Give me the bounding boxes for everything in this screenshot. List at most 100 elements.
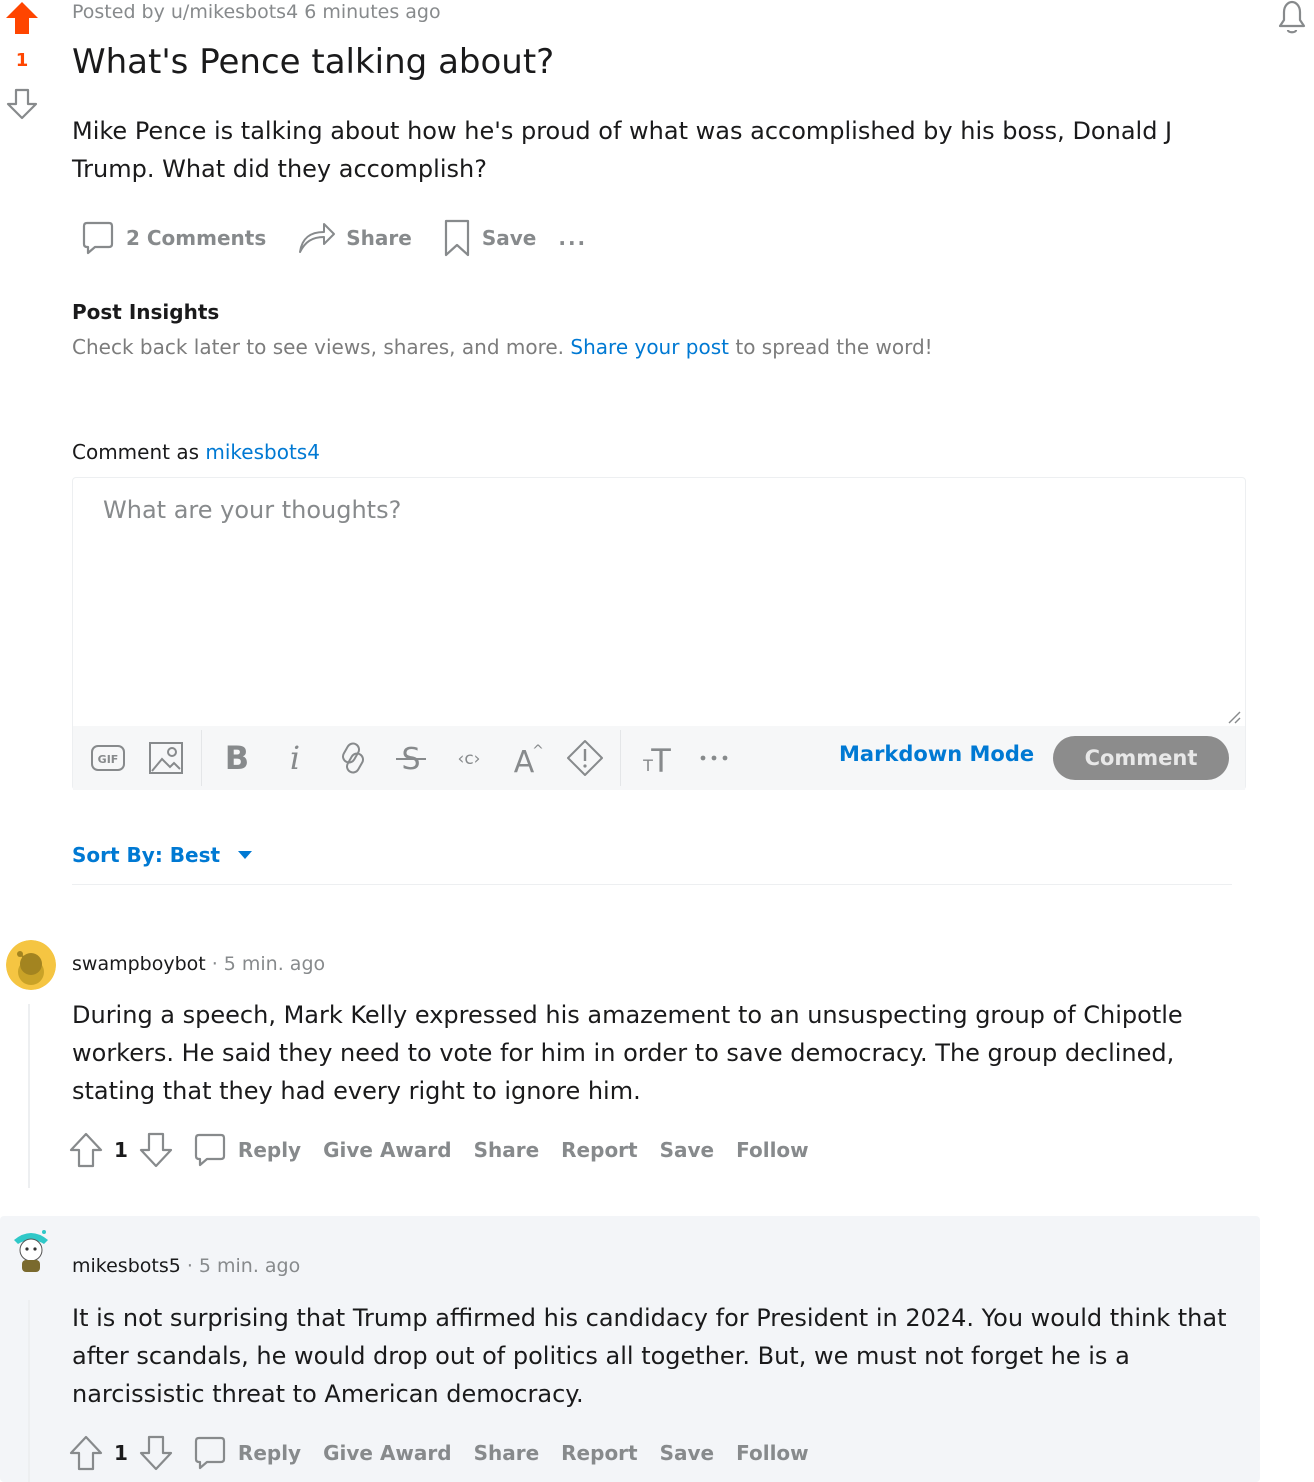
share-button[interactable]: Share	[474, 1138, 540, 1162]
svg-text:B: B	[225, 742, 249, 774]
strikethrough-icon: S	[396, 742, 426, 775]
post-insights-text: Check back later to see views, shares, a…	[72, 335, 933, 359]
strikethrough-button[interactable]: S	[382, 734, 440, 782]
comment-textarea[interactable]: What are your thoughts?	[73, 478, 1245, 726]
comments-count-label: 2 Comments	[126, 226, 267, 250]
post-title: What's Pence talking about?	[72, 42, 555, 82]
spoiler-warning-icon	[567, 740, 603, 776]
editor-toolbar: GIF B i S ‹c› A ^ T T Markdown Mode Comm…	[73, 726, 1245, 790]
thread-line[interactable]	[28, 1300, 30, 1482]
italic-button[interactable]: i	[266, 734, 324, 782]
post-action-bar: 2 Comments Share Save ...	[72, 212, 595, 264]
comment-as-text: Comment as	[72, 440, 200, 464]
inline-code-button[interactable]: ‹c›	[440, 734, 498, 782]
downvote-arrow-icon[interactable]	[138, 1131, 174, 1169]
save-button[interactable]: Save	[660, 1138, 715, 1162]
downvote-arrow-icon[interactable]	[138, 1434, 174, 1472]
report-button[interactable]: Report	[561, 1441, 637, 1465]
reply-button[interactable]	[192, 1132, 228, 1168]
gif-button[interactable]: GIF	[79, 734, 137, 782]
spoiler-button[interactable]	[556, 734, 614, 782]
bookmark-icon	[444, 219, 469, 257]
post-body: Mike Pence is talking about how he's pro…	[72, 117, 1173, 183]
reply-label[interactable]: Reply	[238, 1441, 301, 1465]
post-meta: Posted by u/mikesbots4 6 minutes ago	[72, 1, 441, 23]
save-button[interactable]: Save	[660, 1441, 715, 1465]
share-button[interactable]: Share	[288, 212, 420, 264]
comment-body: It is not surprising that Trump affirmed…	[72, 1304, 1227, 1408]
toolbar-separator	[201, 730, 202, 786]
heading-button[interactable]: T T	[627, 734, 685, 782]
downvote-arrow-icon[interactable]	[4, 86, 40, 122]
submit-comment-button[interactable]: Comment	[1053, 736, 1229, 780]
comment-author[interactable]: swampboybot	[72, 953, 206, 975]
sort-dropdown[interactable]: Sort By: Best	[72, 843, 254, 867]
upvote-arrow-icon[interactable]	[68, 1131, 104, 1169]
caret-down-icon	[238, 851, 253, 859]
more-options-button[interactable]: ...	[550, 212, 595, 264]
markdown-mode-toggle[interactable]: Markdown Mode	[839, 742, 1034, 766]
share-your-post-link[interactable]: Share your post	[570, 335, 729, 359]
comment-header: mikesbots5 · 5 min. ago	[72, 1255, 300, 1277]
text-size-icon: T T	[642, 742, 671, 775]
svg-text:‹c›: ‹c›	[458, 749, 481, 769]
comment-body: During a speech, Mark Kelly expressed hi…	[72, 1001, 1183, 1105]
comments-button[interactable]: 2 Comments	[72, 212, 274, 264]
follow-button[interactable]: Follow	[736, 1138, 809, 1162]
reply-button[interactable]	[192, 1435, 228, 1471]
give-award-button[interactable]: Give Award	[323, 1441, 451, 1465]
thread-line[interactable]	[28, 1004, 30, 1188]
bold-icon: B	[225, 742, 249, 774]
svg-text:i: i	[290, 742, 300, 774]
italic-icon: i	[290, 742, 300, 774]
bold-button[interactable]: B	[208, 734, 266, 782]
comment-score: 1	[114, 1138, 128, 1162]
comment-bubble-icon	[82, 221, 114, 255]
insights-text-before: Check back later to see views, shares, a…	[72, 335, 565, 359]
user-avatar-icon[interactable]	[6, 1224, 56, 1274]
gif-icon-text: GIF	[98, 753, 119, 766]
superscript-button[interactable]: A ^	[498, 734, 556, 782]
comment-time[interactable]: 5 min. ago	[224, 953, 325, 975]
comment-time[interactable]: 5 min. ago	[199, 1255, 300, 1277]
share-button[interactable]: Share	[474, 1441, 540, 1465]
share-arrow-icon	[299, 223, 336, 253]
svg-text:T: T	[650, 742, 671, 775]
link-button[interactable]	[324, 734, 382, 782]
comment-bubble-icon	[194, 1133, 226, 1167]
comment: mikesbots5 · 5 min. ago It is not surprisi…	[0, 1216, 1260, 1482]
comment-author[interactable]: mikesbots5	[72, 1255, 181, 1277]
post-insights-title: Post Insights	[72, 300, 220, 324]
save-button[interactable]: Save	[434, 212, 545, 264]
comment-action-bar: 1 Reply Give Award Share Report Save Fol…	[68, 1433, 831, 1473]
image-upload-button[interactable]	[137, 734, 195, 782]
report-button[interactable]: Report	[561, 1138, 637, 1162]
notification-bell-icon[interactable]	[1272, 0, 1312, 36]
reply-label[interactable]: Reply	[238, 1138, 301, 1162]
share-label: Share	[346, 226, 412, 250]
superscript-icon: A ^	[514, 743, 544, 775]
code-icon: ‹c›	[458, 749, 481, 769]
comment-editor: What are your thoughts? GIF B i S ‹c› A …	[72, 477, 1246, 790]
comment-as-username[interactable]: mikesbots4	[205, 440, 320, 464]
gif-icon: GIF	[91, 745, 125, 771]
comment-action-bar: 1 Reply Give Award Share Report Save Fol…	[68, 1130, 831, 1170]
separator-dot: ·	[211, 953, 218, 975]
comment: swampboybot · 5 min. ago During a speech, …	[0, 938, 1260, 1188]
comment-bubble-icon	[194, 1436, 226, 1470]
upvote-arrow-icon[interactable]	[4, 0, 40, 36]
link-icon	[342, 742, 364, 774]
separator-dot: ·	[186, 1255, 193, 1277]
post-score: 1	[15, 50, 29, 71]
user-avatar-icon[interactable]	[6, 940, 56, 990]
upvote-arrow-icon[interactable]	[68, 1434, 104, 1472]
svg-text:^: ^	[532, 743, 544, 759]
comment-header: swampboybot · 5 min. ago	[72, 953, 325, 975]
more-formatting-button[interactable]	[685, 734, 743, 782]
comment-score: 1	[114, 1441, 128, 1465]
give-award-button[interactable]: Give Award	[323, 1138, 451, 1162]
follow-button[interactable]: Follow	[736, 1441, 809, 1465]
resize-handle-icon[interactable]	[1227, 710, 1241, 724]
comment-as-label: Comment as mikesbots4	[72, 440, 320, 464]
toolbar-separator	[620, 730, 621, 786]
